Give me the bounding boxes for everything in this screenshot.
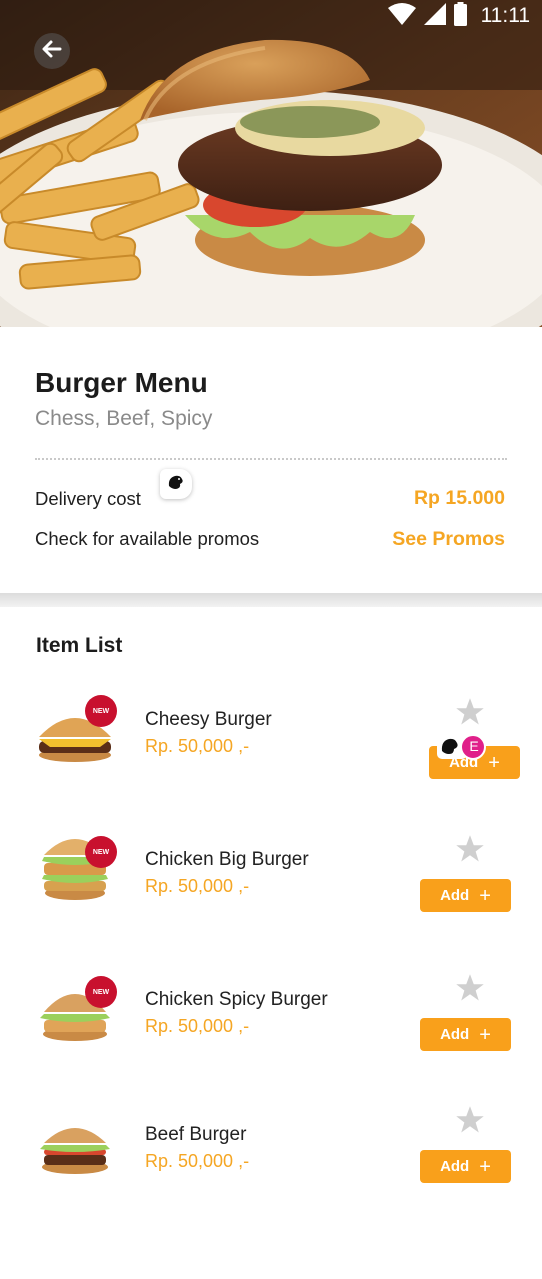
chat-avatar-letter: E (469, 738, 479, 754)
item-list-title: Item List (36, 634, 123, 657)
list-item[interactable]: Beef Burger Rp. 50,000 ,- Add + (0, 1102, 542, 1212)
item-list-section: Item List NEW Cheesy Burger Rp. 50,000 ,… (0, 607, 542, 1279)
add-button-label: Add (440, 1026, 470, 1043)
status-bar: 11:11 (0, 0, 542, 32)
floating-widget[interactable] (160, 469, 192, 499)
add-button[interactable]: Add + (420, 879, 511, 912)
menu-title: Burger Menu (35, 367, 208, 398)
section-divider (0, 593, 542, 607)
add-button-label: Add (440, 1158, 470, 1175)
star-icon[interactable] (454, 973, 486, 1003)
item-name: Cheesy Burger (145, 709, 272, 730)
bird-icon (166, 472, 186, 497)
arrow-left-icon (41, 38, 63, 65)
battery-icon (453, 1, 467, 31)
chat-head-overlay[interactable]: E (437, 733, 487, 761)
star-icon[interactable] (454, 834, 486, 864)
dotted-divider (35, 458, 507, 460)
item-name: Beef Burger (145, 1124, 247, 1145)
wifi-icon (387, 2, 416, 30)
list-item[interactable]: NEW Chicken Spicy Burger Rp. 50,000 ,- A… (0, 967, 542, 1077)
menu-info-card: Burger Menu Chess, Beef, Spicy Delivery … (0, 327, 542, 593)
burger-photo (0, 0, 542, 327)
item-price: Rp. 50,000 ,- (145, 876, 250, 896)
add-button[interactable]: Add + (420, 1018, 511, 1051)
plus-icon: + (479, 1155, 491, 1178)
plus-icon: + (479, 884, 491, 907)
status-time: 11:11 (480, 4, 530, 27)
new-badge: NEW (85, 695, 117, 727)
star-icon[interactable] (454, 697, 486, 727)
item-price: Rp. 50,000 ,- (145, 1016, 250, 1036)
see-promos-link[interactable]: See Promos (392, 528, 505, 551)
hero-image: 11:11 (0, 0, 542, 327)
plus-icon: + (488, 751, 500, 774)
delivery-cost-label: Delivery cost (35, 488, 141, 509)
beef-burger-image (40, 1128, 110, 1174)
add-button-label: Add (440, 887, 470, 904)
item-price: Rp. 50,000 ,- (145, 736, 250, 756)
star-icon[interactable] (454, 1105, 486, 1135)
promo-label: Check for available promos (35, 528, 260, 549)
item-name: Chicken Big Burger (145, 849, 309, 870)
menu-subtitle: Chess, Beef, Spicy (35, 407, 213, 430)
list-item[interactable]: NEW Chicken Big Burger Rp. 50,000 ,- Add… (0, 827, 542, 937)
new-badge: NEW (85, 836, 117, 868)
item-name: Chicken Spicy Burger (145, 989, 328, 1010)
signal-icon (423, 2, 446, 30)
new-badge: NEW (85, 976, 117, 1008)
item-price: Rp. 50,000 ,- (145, 1151, 250, 1171)
add-button[interactable]: Add + (420, 1150, 511, 1183)
back-button[interactable] (34, 33, 70, 69)
delivery-cost-value: Rp 15.000 (413, 487, 505, 509)
plus-icon: + (479, 1023, 491, 1046)
